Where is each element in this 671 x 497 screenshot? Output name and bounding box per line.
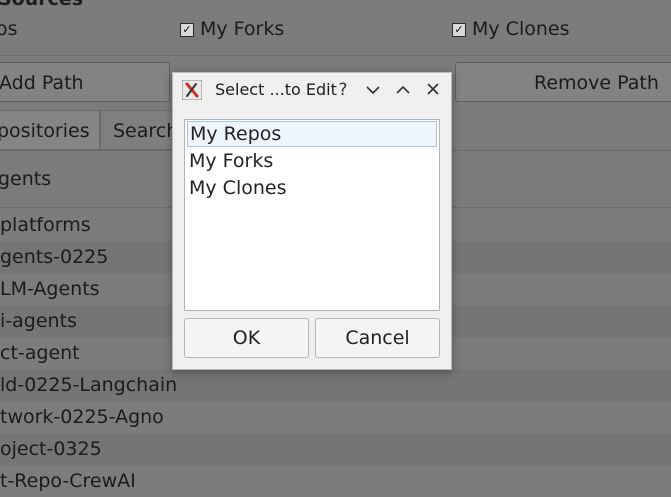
repo-row-label: oject-0325 [0, 438, 102, 460]
repo-row-label: i-agents [0, 310, 77, 332]
minimize-icon[interactable] [363, 80, 383, 100]
list-item-my-forks[interactable]: My Forks [187, 148, 437, 174]
repo-row-label: gents-0225 [0, 246, 109, 268]
repo-row-label: ld-0225-Langchain [0, 374, 178, 396]
app-icon [182, 80, 202, 100]
repo-row-label: twork-0225-Agno [0, 406, 164, 428]
dialog-titlebar: Select ...to Edit ? [173, 73, 451, 107]
help-icon[interactable]: ? [333, 80, 353, 100]
chevron-up-icon [396, 85, 410, 94]
check-icon: ✓ [452, 23, 466, 37]
close-icon[interactable] [423, 80, 443, 100]
add-path-button[interactable]: Add Path [0, 62, 170, 102]
tab-repositories[interactable]: positories [0, 110, 100, 150]
list-item-my-clones[interactable]: My Clones [187, 175, 437, 201]
checkbox-my-clones-label: My Clones [472, 18, 570, 40]
repo-row-label: LM-Agents [0, 278, 100, 300]
repo-row[interactable]: t-Repo-CrewAI [0, 465, 671, 497]
list-item-my-repos[interactable]: My Repos [187, 121, 437, 147]
checkbox-my-forks-label: My Forks [200, 18, 285, 40]
repo-row-label: ct-agent [0, 342, 80, 364]
repo-row[interactable]: oject-0325 [0, 433, 671, 465]
source-list[interactable]: My Repos My Forks My Clones [184, 119, 440, 311]
repo-row[interactable]: twork-0225-Agno [0, 401, 671, 433]
section-title: Sources [0, 0, 83, 10]
chevron-down-icon [366, 86, 380, 95]
repo-row[interactable]: ld-0225-Langchain [0, 369, 671, 401]
checkbox-my-forks[interactable]: ✓ My Forks [180, 18, 284, 40]
check-icon: ✓ [180, 23, 194, 37]
checkbox-my-repos[interactable]: os [0, 18, 18, 40]
checkbox-my-clones[interactable]: ✓ My Clones [452, 18, 569, 40]
remove-path-label: Remove Path [534, 72, 659, 94]
repo-row-label: t-Repo-CrewAI [0, 470, 136, 492]
add-path-label: Add Path [0, 72, 84, 94]
dialog-title: Select ...to Edit [215, 80, 337, 99]
divider [0, 55, 671, 56]
tab-search[interactable]: Search [100, 110, 180, 150]
repo-row-label: platforms [0, 214, 91, 236]
select-dialog: Select ...to Edit ? My Repos My Forks My… [172, 72, 452, 370]
ok-button[interactable]: OK [184, 318, 309, 358]
maximize-icon[interactable] [393, 80, 413, 100]
cancel-button[interactable]: Cancel [315, 318, 440, 358]
checkbox-my-repos-label: os [0, 18, 18, 40]
tab-search-label: Search [113, 120, 179, 142]
filter-input[interactable]: gents [0, 168, 51, 190]
remove-path-button[interactable]: Remove Path [455, 62, 671, 102]
tab-repositories-label: positories [0, 120, 90, 142]
close-x-icon [427, 83, 439, 95]
